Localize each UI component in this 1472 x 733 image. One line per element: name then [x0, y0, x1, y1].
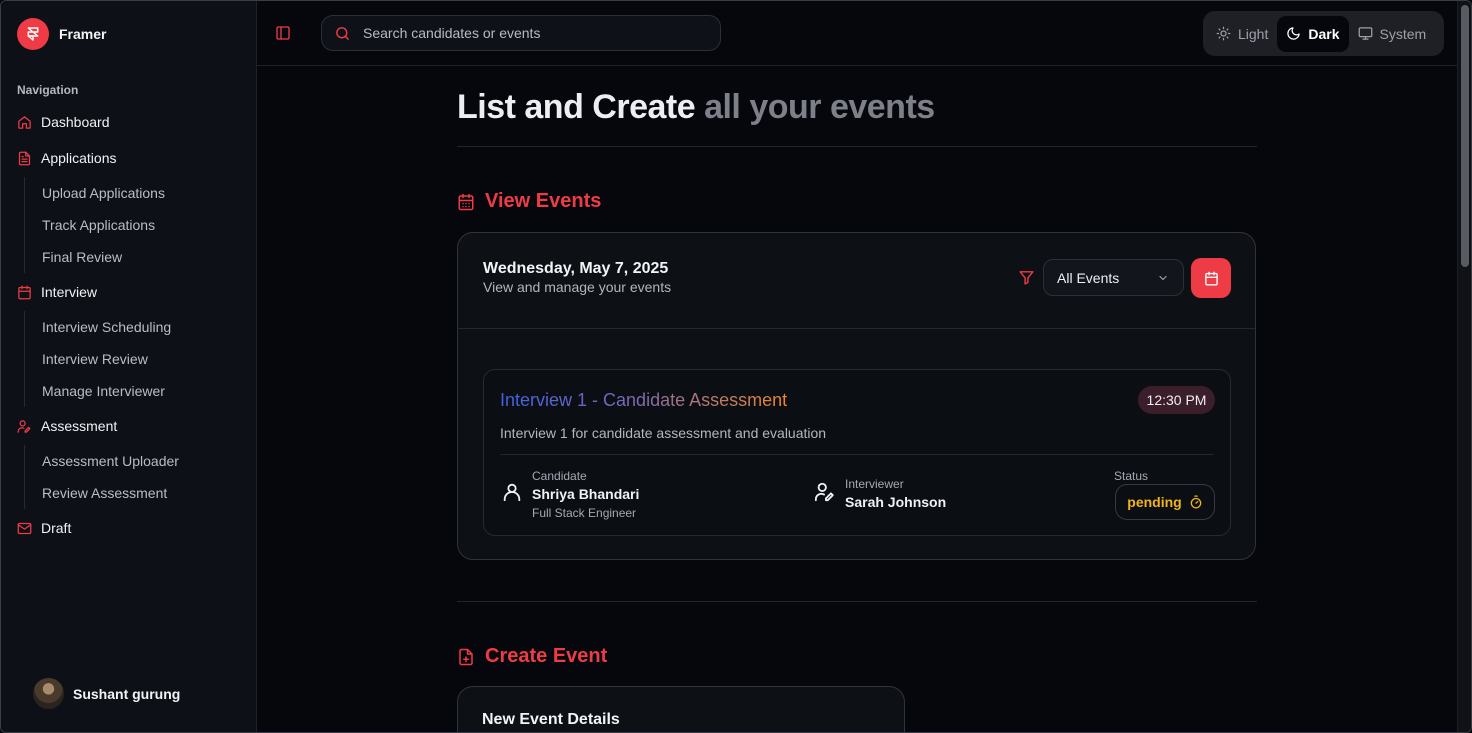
app-window: Framer Navigation Dashboard Applications… — [0, 0, 1472, 733]
user-pen-icon — [814, 482, 834, 502]
user-name: Sushant gurung — [73, 685, 181, 702]
nav-heading: Navigation — [17, 83, 79, 97]
sidebar-item-label: Assessment — [41, 418, 118, 434]
theme-option-system[interactable]: System — [1349, 16, 1436, 52]
sidebar-item-label: Dashboard — [41, 114, 110, 130]
view-events-heading: View Events — [457, 190, 601, 213]
brand[interactable]: Framer — [17, 18, 106, 50]
candidate-info: Candidate Shriya Bhandari Full Stack Eng… — [501, 469, 639, 520]
event-description: Interview 1 for candidate assessment and… — [500, 425, 827, 441]
topbar: Light Dark System — [257, 1, 1457, 66]
sidebar-subitem-upload-applications[interactable]: Upload Applications — [42, 177, 241, 209]
status-label: Status — [1114, 469, 1149, 483]
filter-icon[interactable] — [1018, 269, 1035, 286]
sidebar-item-assessment[interactable]: Assessment — [17, 413, 241, 439]
search-icon — [336, 26, 349, 40]
events-date: Wednesday, May 7, 2025 — [483, 260, 669, 277]
sidebar-subitem-review-assessment[interactable]: Review Assessment — [42, 477, 241, 509]
new-event-card: New Event Details — [457, 686, 905, 732]
create-event-heading: Create Event — [457, 645, 607, 668]
theme-switch: Light Dark System — [1203, 11, 1444, 56]
theme-option-label: Light — [1238, 25, 1269, 42]
section-title: View Events — [485, 190, 602, 212]
search-box — [321, 15, 721, 51]
framer-logo-icon — [17, 18, 49, 50]
sun-icon — [1216, 26, 1231, 41]
avatar — [33, 678, 64, 709]
page-title: List and Create all your events — [457, 88, 935, 127]
user-icon — [503, 483, 521, 502]
brand-name: Framer — [59, 26, 107, 42]
user-profile[interactable]: Sushant gurung — [33, 678, 180, 709]
sidebar-subitem-interview-scheduling[interactable]: Interview Scheduling — [42, 311, 241, 343]
event-filter-select[interactable]: All Events — [1043, 259, 1184, 296]
mail-icon — [17, 522, 32, 534]
page-title-primary: List and Create — [457, 88, 696, 126]
candidate-label: Candidate — [532, 469, 587, 483]
sidebar-toggle-icon[interactable] — [275, 25, 291, 41]
interviewer-info: Interviewer Sarah Johnson — [814, 477, 946, 510]
search-input[interactable] — [363, 25, 703, 41]
calendar-icon — [1204, 271, 1218, 285]
sidebar-nav: Dashboard Applications Upload Applicatio… — [17, 109, 241, 551]
page-title-secondary: all your events — [695, 88, 935, 126]
events-subtitle: View and manage your events — [483, 279, 672, 295]
status-value: pending — [1127, 494, 1182, 510]
section-title: Create Event — [485, 645, 608, 667]
home-icon — [18, 115, 31, 129]
interview-submenu: Interview Scheduling Interview Review Ma… — [24, 311, 241, 407]
theme-option-label: System — [1379, 25, 1427, 42]
event-time-badge: 12:30 PM — [1138, 386, 1215, 414]
sidebar-item-interview[interactable]: Interview — [17, 279, 241, 305]
card-divider — [458, 328, 1255, 329]
event-title: Interview 1 - Candidate Assessment — [500, 390, 788, 410]
file-text-icon — [18, 151, 31, 165]
theme-option-label: Dark — [1308, 25, 1340, 42]
interviewer-name: Sarah Johnson — [845, 494, 947, 510]
event-filter-value: All Events — [1057, 269, 1120, 286]
sidebar-item-dashboard[interactable]: Dashboard — [17, 109, 241, 135]
assessment-submenu: Assessment Uploader Review Assessment — [24, 445, 241, 509]
moon-icon — [1287, 27, 1301, 40]
timer-icon — [1190, 495, 1202, 509]
candidate-role: Full Stack Engineer — [532, 506, 637, 520]
candidate-name: Shriya Bhandari — [532, 486, 640, 502]
sidebar-item-label: Applications — [41, 150, 117, 166]
sidebar-item-label: Interview — [41, 284, 98, 300]
sidebar-subitem-assessment-uploader[interactable]: Assessment Uploader — [42, 445, 241, 477]
sidebar-item-applications[interactable]: Applications — [17, 145, 241, 171]
new-event-card-title: New Event Details — [482, 711, 620, 728]
scrollbar-thumb[interactable] — [1461, 5, 1469, 267]
events-card: Wednesday, May 7, 2025 View and manage y… — [457, 232, 1256, 560]
theme-option-dark[interactable]: Dark — [1277, 15, 1349, 52]
chevron-down-icon — [1159, 275, 1167, 280]
sidebar: Framer Navigation Dashboard Applications… — [1, 1, 257, 732]
applications-submenu: Upload Applications Track Applications F… — [24, 177, 241, 273]
interviewer-label: Interviewer — [845, 477, 904, 491]
section-divider — [457, 601, 1257, 602]
sidebar-subitem-manage-interviewer[interactable]: Manage Interviewer — [42, 375, 241, 407]
monitor-icon — [1358, 27, 1372, 40]
theme-option-light[interactable]: Light — [1207, 16, 1277, 52]
sidebar-item-label: Draft — [41, 520, 72, 536]
event-item[interactable]: Interview 1 - Candidate Assessment 12:30… — [483, 369, 1231, 536]
status-badge: pending — [1115, 484, 1215, 520]
sidebar-subitem-interview-review[interactable]: Interview Review — [42, 343, 241, 375]
title-divider — [457, 146, 1257, 147]
sidebar-subitem-final-review[interactable]: Final Review — [42, 241, 241, 273]
calendar-picker-button[interactable] — [1191, 258, 1231, 298]
sidebar-item-draft[interactable]: Draft — [17, 515, 241, 541]
calendar-grid-icon — [458, 193, 474, 210]
sidebar-subitem-track-applications[interactable]: Track Applications — [42, 209, 241, 241]
calendar-icon — [18, 285, 31, 299]
user-pen-icon — [17, 419, 31, 433]
event-divider — [500, 454, 1214, 455]
file-plus-icon — [459, 648, 473, 665]
